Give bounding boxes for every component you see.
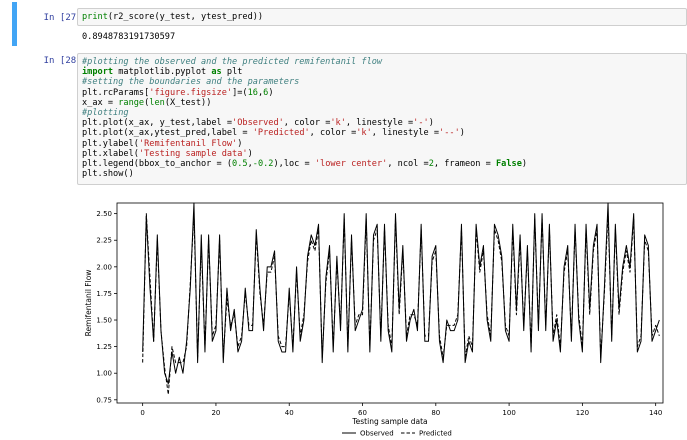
line-chart: 0 20 40 60 80 100 120 140 0.75 1.00 1.25 1.50 1.75 2.… — [84, 202, 664, 438]
x-tick-label: 100 — [502, 409, 515, 417]
y-tick-label: 2.50 — [96, 210, 112, 218]
legend-label: Predicted — [419, 430, 452, 438]
x-tick-label: 20 — [211, 409, 220, 417]
legend-label: Observed — [360, 430, 394, 438]
y-tick-label: 1.75 — [96, 290, 112, 298]
y-tick-label: 1.50 — [96, 317, 112, 325]
y-tick-label: 2.00 — [96, 263, 112, 271]
y-tick-label: 2.25 — [96, 237, 112, 245]
y-tick-label: 0.75 — [96, 396, 112, 404]
series-line-observed — [142, 202, 660, 385]
x-tick-label: 0 — [140, 409, 144, 417]
x-tick-label: 60 — [358, 409, 367, 417]
x-tick-label: 120 — [576, 409, 589, 417]
x-tick-label: 140 — [649, 409, 662, 417]
y-axis-label: Remifentanil Flow — [84, 270, 93, 337]
y-tick-label: 1.25 — [96, 343, 112, 351]
y-tick-label: 1.00 — [96, 370, 112, 378]
x-axis-label: Testing sample data — [351, 417, 427, 426]
x-tick-label: 80 — [431, 409, 440, 417]
x-tick-label: 40 — [285, 409, 294, 417]
